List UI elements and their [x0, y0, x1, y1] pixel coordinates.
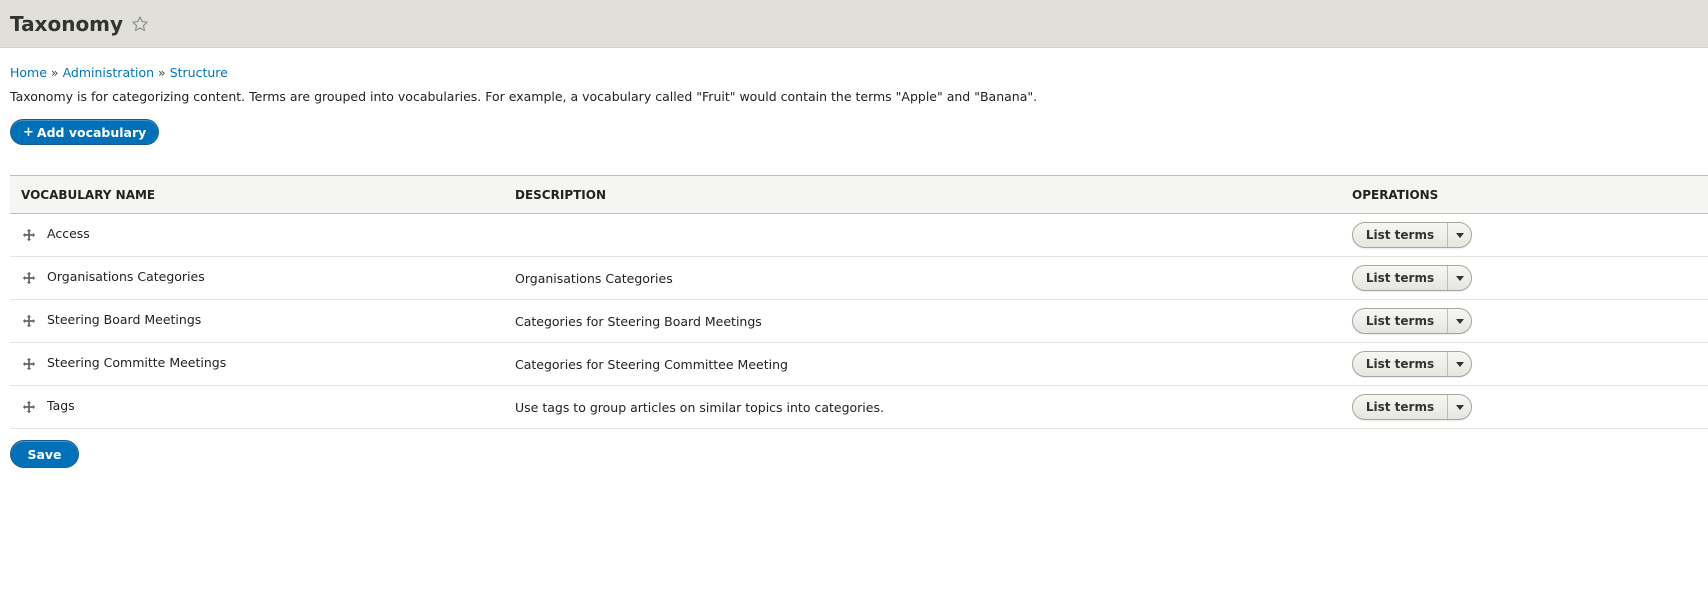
list-terms-button[interactable]: List terms	[1353, 395, 1448, 419]
add-vocabulary-label: Add vocabulary	[36, 124, 147, 140]
list-terms-button[interactable]: List terms	[1353, 266, 1448, 290]
dropdown-toggle[interactable]	[1448, 352, 1471, 376]
vocabulary-description: Organisations Categories	[515, 271, 673, 286]
table-row: Tags Use tags to group articles on simil…	[10, 385, 1708, 429]
list-terms-button[interactable]: List terms	[1353, 352, 1448, 376]
breadcrumb-separator: »	[158, 65, 166, 80]
save-button[interactable]: Save	[10, 440, 79, 468]
vocabulary-table: VOCABULARY NAME DESCRIPTION OPERATIONS A…	[10, 175, 1708, 429]
header-vocabulary-name: VOCABULARY NAME	[10, 175, 515, 214]
caret-down-icon	[1455, 275, 1464, 281]
operations-dropbutton: List terms	[1352, 351, 1472, 377]
breadcrumb-administration[interactable]: Administration	[63, 65, 154, 80]
drag-handle-icon[interactable]	[22, 228, 36, 242]
dropdown-toggle[interactable]	[1448, 223, 1471, 247]
vocabulary-name: Tags	[47, 398, 75, 413]
dropdown-toggle[interactable]	[1448, 266, 1471, 290]
dropdown-toggle[interactable]	[1448, 395, 1471, 419]
vocabulary-name: Steering Board Meetings	[47, 312, 202, 327]
page-title: Taxonomy	[10, 11, 124, 36]
drag-handle-icon[interactable]	[22, 400, 36, 414]
page-description: Taxonomy is for categorizing content. Te…	[10, 89, 1038, 104]
main-content: Home» Administration» Structure Taxonomy i…	[0, 65, 1708, 468]
table-row: Organisations Categories Organisations C…	[10, 256, 1708, 300]
dropdown-toggle[interactable]	[1448, 309, 1471, 333]
vocabulary-name: Organisations Categories	[47, 269, 205, 284]
breadcrumb-structure[interactable]: Structure	[170, 65, 228, 80]
page-header: Taxonomy	[0, 0, 1708, 48]
plus-icon: +	[23, 124, 34, 140]
header-description: DESCRIPTION	[515, 175, 1352, 214]
breadcrumb: Home» Administration» Structure	[10, 65, 1698, 80]
star-outline-icon[interactable]	[131, 15, 149, 33]
add-vocabulary-button[interactable]: + Add vocabulary	[10, 119, 160, 145]
table-row: Steering Board Meetings Categories for S…	[10, 299, 1708, 343]
breadcrumb-home[interactable]: Home	[10, 65, 47, 80]
vocabulary-name: Access	[47, 226, 90, 241]
vocabulary-description: Categories for Steering Committee Meetin…	[515, 357, 788, 372]
vocabulary-description: Use tags to group articles on similar to…	[515, 400, 884, 415]
vocabulary-description: Categories for Steering Board Meetings	[515, 314, 762, 329]
operations-dropbutton: List terms	[1352, 394, 1472, 420]
operations-dropbutton: List terms	[1352, 265, 1472, 291]
table-row: Access List terms	[10, 213, 1708, 257]
drag-handle-icon[interactable]	[22, 357, 36, 371]
caret-down-icon	[1455, 361, 1464, 367]
vocabulary-name: Steering Committe Meetings	[47, 355, 227, 370]
list-terms-button[interactable]: List terms	[1353, 223, 1448, 247]
list-terms-button[interactable]: List terms	[1353, 309, 1448, 333]
breadcrumb-separator: »	[50, 65, 59, 80]
operations-dropbutton: List terms	[1352, 308, 1472, 334]
caret-down-icon	[1455, 404, 1464, 410]
operations-dropbutton: List terms	[1352, 222, 1472, 248]
header-operations: OPERATIONS	[1352, 175, 1708, 214]
table-header-row: VOCABULARY NAME DESCRIPTION OPERATIONS	[10, 175, 1708, 214]
drag-handle-icon[interactable]	[22, 314, 36, 328]
drag-handle-icon[interactable]	[22, 271, 36, 285]
caret-down-icon	[1455, 232, 1464, 238]
table-row: Steering Committe Meetings Categories fo…	[10, 342, 1708, 386]
caret-down-icon	[1455, 318, 1464, 324]
